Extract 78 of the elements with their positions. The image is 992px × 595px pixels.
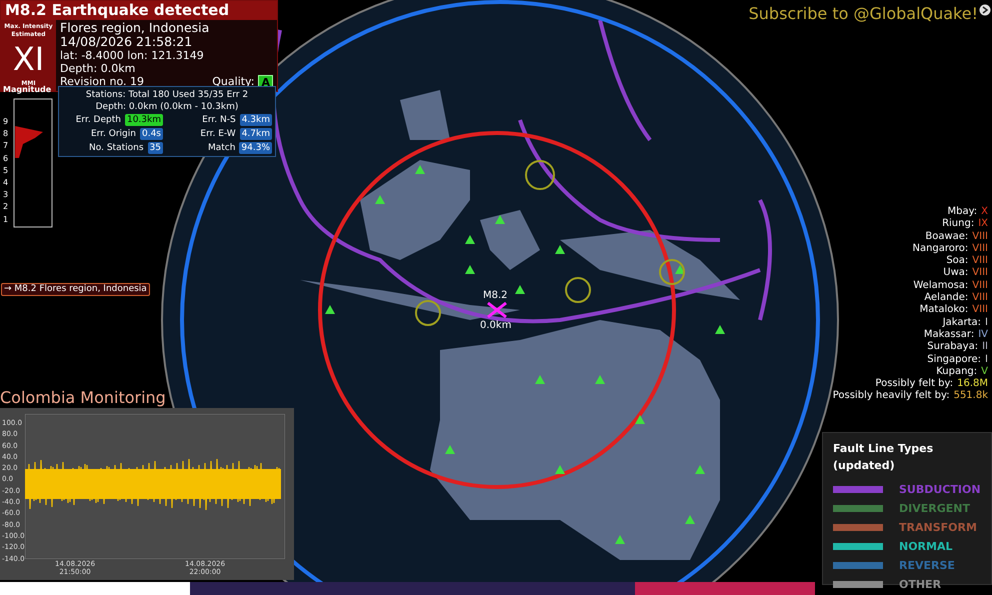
intensity-level: VIII	[972, 230, 988, 243]
legend-label: SUBDUCTION	[899, 482, 981, 498]
city-name: Jakarta:	[942, 316, 982, 329]
stat-value: 10.3km	[124, 114, 163, 126]
epicenter-cross-icon	[486, 302, 508, 318]
stat-value: 94.3%	[239, 142, 272, 154]
intensity-level: IV	[978, 328, 988, 342]
stat-value: 4.7km	[240, 128, 272, 140]
intensity-level: VIII	[972, 304, 988, 317]
city-name: Mbay:	[947, 206, 978, 218]
stat-label: Err. N-S	[202, 114, 236, 126]
intensity-level: VIII	[972, 255, 988, 268]
axis-tick-label: 9	[3, 116, 10, 128]
city-name: Welamosa:	[913, 280, 968, 292]
intensity-level: VIII	[972, 280, 988, 292]
felt-value: 551.8k	[954, 390, 988, 403]
intensity-level: VIII	[972, 267, 988, 280]
subscribe-text: Subscribe to @GlobalQuake!	[748, 3, 978, 25]
city-name: Soa:	[946, 255, 968, 268]
alert-title: M8.2 Earthquake detected	[1, 1, 277, 20]
city-name: Nangaroro:	[912, 242, 968, 256]
coordinates-text: lat: -8.4000 lon: 121.3149	[60, 49, 205, 62]
stat-label: Err. Depth	[76, 114, 121, 126]
axis-tick-label: 5	[3, 164, 10, 177]
axis-tick-label: 1	[3, 214, 10, 226]
intensity-level: I	[985, 354, 988, 366]
monitor-title: Colombia Monitoring	[0, 388, 167, 408]
felt-value: 16.8M	[957, 378, 988, 390]
intensity-level: X	[981, 206, 988, 218]
axis-tick-label: 7	[3, 140, 10, 152]
stat-value: 4.3km	[240, 114, 272, 126]
intensity-level: I	[985, 316, 988, 329]
axis-tick-label: 4	[3, 177, 10, 190]
intensity-level: VIII	[972, 242, 988, 256]
epicenter-depth-label: 0.0km	[480, 319, 512, 333]
axis-tick-label: 2	[3, 201, 10, 214]
histogram-title: Magnitude	[3, 85, 52, 96]
axis-tick-label: 6	[3, 152, 10, 165]
legend-label: NORMAL	[899, 539, 952, 555]
event-tag[interactable]: → M8.2 Flores region, Indonesia	[1, 283, 150, 296]
stat-label: Err. Origin	[90, 128, 136, 140]
legend-label: TRANSFORM	[899, 520, 977, 536]
felt-label: Possibly heavily felt by:	[832, 390, 950, 403]
city-name: Makassar:	[924, 328, 974, 341]
stat-label: Err. E-W	[200, 128, 236, 140]
legend-label: DIVERGENT	[899, 501, 970, 517]
city-name: Surabaya:	[927, 341, 978, 354]
city-name: Aelande:	[924, 292, 968, 304]
intensity-level: IX	[978, 218, 988, 231]
axis-tick-label: 3	[3, 189, 10, 202]
axis-tick-label: 8	[3, 128, 10, 140]
city-name: Mataloko:	[920, 304, 968, 317]
intensity-value: XI	[12, 39, 46, 79]
city-name: Boawae:	[925, 230, 968, 243]
stat-label: No. Stations	[89, 142, 144, 154]
time-text: 14/08/2026 21:58:21	[60, 35, 194, 49]
region-text: Flores region, Indonesia	[60, 21, 210, 35]
city-name: Uwa:	[943, 267, 968, 280]
intensity-level: V	[981, 366, 988, 378]
legend-label: REVERSE	[899, 558, 955, 574]
depth-text: Depth: 0.0km	[60, 62, 136, 75]
stat-value: 35	[148, 142, 163, 154]
legend-title: Fault Line Types (updated)	[833, 441, 934, 474]
legend-label: OTHER	[899, 577, 942, 593]
stat-label: Match	[208, 142, 236, 154]
quality-label: Quality:	[212, 75, 254, 90]
next-icon[interactable]	[979, 4, 991, 16]
intensity-level: VIII	[972, 292, 988, 304]
city-name: Kupang:	[936, 366, 978, 378]
epicenter-magnitude-label: M8.2	[483, 289, 508, 303]
depth-range: Depth: 0.0km (0.0km - 10.3km)	[94, 101, 240, 113]
city-name: Singapore:	[927, 354, 982, 366]
revision-text: Revision no. 19	[60, 75, 144, 90]
city-name: Riung:	[942, 218, 974, 231]
felt-label: Possibly felt by:	[875, 378, 954, 390]
stations-summary: Stations: Total 180 Used 35/35 Err 2	[84, 89, 250, 101]
stat-value: 0.4s	[140, 128, 163, 140]
intensity-level: II	[982, 341, 988, 354]
